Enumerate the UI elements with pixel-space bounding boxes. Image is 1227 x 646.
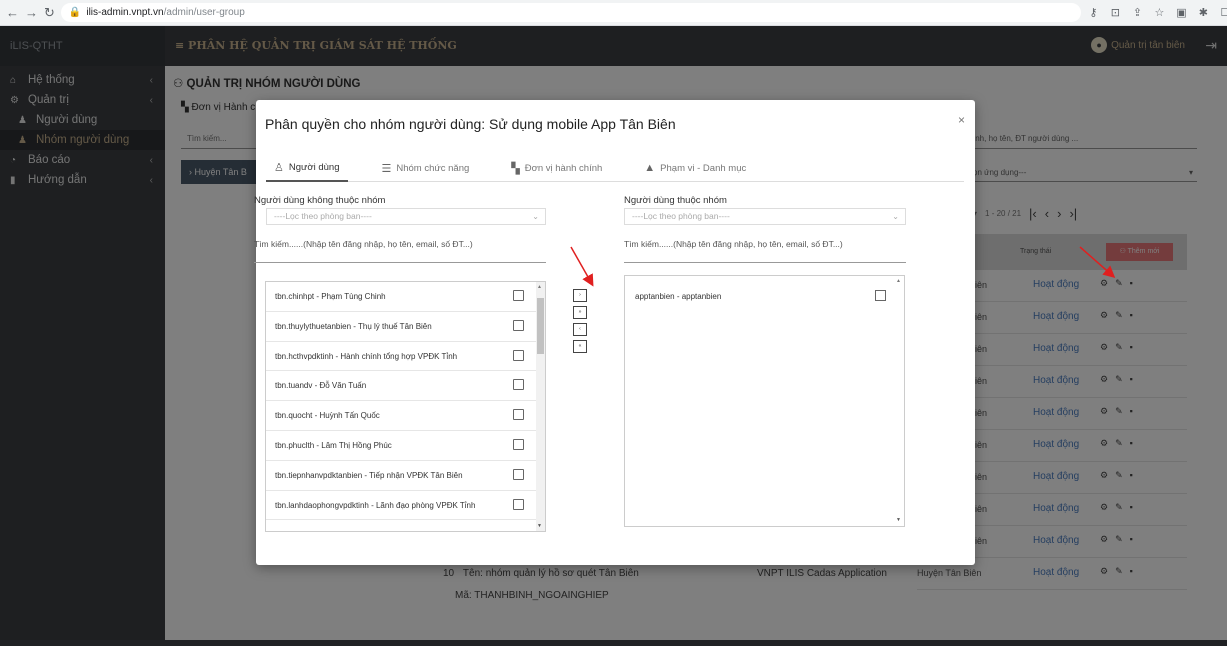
right-search-input[interactable]: Tìm kiếm......(Nhập tên đăng nhập, họ tê… — [624, 239, 843, 249]
user-outline-icon: ♙ — [274, 161, 284, 174]
tab-label: Người dùng — [288, 161, 340, 173]
checkbox[interactable] — [875, 290, 886, 301]
window-icon[interactable]: ☐ — [1219, 6, 1227, 19]
scroll-down-icon[interactable]: ▼ — [537, 523, 542, 529]
scroll-up-icon[interactable]: ▲ — [896, 278, 901, 284]
user-label: tbn.thuylythuetanbien - Thụ lý thuế Tân … — [275, 321, 432, 331]
puzzle-icon[interactable]: ✱ — [1197, 6, 1210, 19]
translate-icon[interactable]: ⊡ — [1109, 6, 1122, 19]
share-icon[interactable]: ⇪ — [1131, 6, 1144, 19]
extension-icons: ⚷ ⊡ ⇪ ☆ ▣ ✱ ☐ ● ⋮ — [1087, 6, 1227, 19]
list-item[interactable]: tbn.hcthvpdktinh - Hành chính tổng hợp V… — [266, 342, 545, 372]
user-label: tbn.lanhdaophongvpdktinh - Lãnh đạo phòn… — [275, 500, 476, 510]
list-scrollbar[interactable]: ▲ ▼ — [895, 276, 904, 525]
tab-don-vi-hanh-chinh[interactable]: ▚ Đơn vị hành chính — [503, 154, 610, 182]
checkbox[interactable] — [513, 349, 524, 361]
reload-icon[interactable]: ↻ — [44, 5, 55, 21]
scroll-down-icon[interactable]: ▼ — [896, 517, 901, 523]
modal-tabs: ♙ Người dùng ☰ Nhóm chức năng ▚ Đơn vị hành… — [266, 154, 964, 182]
left-user-list: tbn.chinhpt - Phạm Tùng Chinh tbn.thuyly… — [265, 281, 546, 532]
user-label: tbn.quocht - Huỳnh Tấn Quốc — [275, 411, 380, 421]
left-department-filter[interactable]: ----Lọc theo phòng ban---- ⌄ — [266, 208, 546, 225]
url-host: ilis-admin.vnpt.vn — [86, 7, 164, 18]
list-item[interactable]: tbn.lanhdaophongvpdktinh - Lãnh đạo phòn… — [266, 491, 545, 521]
filter-placeholder: ----Lọc theo phòng ban---- — [632, 211, 730, 221]
checkbox[interactable] — [513, 438, 524, 450]
right-department-filter[interactable]: ----Lọc theo phòng ban---- ⌄ — [624, 208, 906, 225]
list-scrollbar[interactable]: ▲ ▼ — [536, 282, 545, 531]
list-item[interactable]: tbn.tuandv - Đỗ Văn Tuấn — [266, 371, 545, 402]
url-path: /admin/user-group — [163, 7, 245, 18]
list-item[interactable]: tbn.phuclth - Lâm Thị Hồng Phúc — [266, 431, 545, 461]
checkbox[interactable] — [513, 290, 524, 301]
scroll-thumb[interactable] — [537, 298, 544, 354]
address-bar[interactable]: 🔒 ilis-admin.vnpt.vn/admin/user-group — [60, 3, 1081, 22]
close-icon[interactable]: × — [958, 113, 965, 127]
permission-modal: Phân quyền cho nhóm người dùng: Sử dụng … — [254, 100, 975, 565]
tab-label: Đơn vị hành chính — [524, 162, 603, 174]
modal-title: Phân quyền cho nhóm người dùng: Sử dụng … — [265, 116, 676, 132]
list-item[interactable]: apptanbien - apptanbien — [625, 282, 904, 311]
move-all-right-button[interactable]: » — [573, 306, 587, 319]
lock-icon: 🔒 — [68, 7, 82, 18]
user-label: tbn.hcthvpdktinh - Hành chính tổng hợp V… — [275, 351, 458, 361]
chevron-down-icon: ⌄ — [892, 212, 899, 221]
user-label: tbn.tuandv - Đỗ Văn Tuấn — [275, 381, 367, 391]
org-chart-icon: ▚ — [511, 162, 520, 175]
extension-icon[interactable]: ▣ — [1175, 6, 1188, 19]
list-item[interactable]: tbn.tiepnhanvpdktanbien - Tiếp nhận VPĐK… — [266, 461, 545, 491]
tab-pham-vi-danh-muc[interactable]: ▲ Phạm vi - Danh mục — [636, 154, 754, 182]
move-selected-right-button[interactable]: › — [573, 289, 587, 302]
os-taskbar — [0, 640, 1227, 646]
tab-nhom-chuc-nang[interactable]: ☰ Nhóm chức năng — [374, 154, 478, 182]
right-user-list: apptanbien - apptanbien ▲ ▼ — [624, 275, 905, 527]
tab-nguoi-dung[interactable]: ♙ Người dùng — [266, 154, 348, 182]
left-search-input[interactable]: Tìm kiếm......(Nhập tên đăng nhập, họ tê… — [254, 239, 473, 249]
list-icon: ☰ — [381, 162, 392, 175]
user-label: tbn.phuclth - Lâm Thị Hồng Phúc — [275, 440, 392, 450]
checkbox[interactable] — [513, 319, 524, 331]
list-item[interactable]: tbn.thuylythuetanbien - Thụ lý thuế Tân … — [266, 312, 545, 342]
star-icon[interactable]: ☆ — [1153, 6, 1166, 19]
left-column-title: Người dùng không thuộc nhóm — [254, 195, 386, 206]
filter-placeholder: ----Lọc theo phòng ban---- — [274, 211, 372, 221]
scroll-up-icon[interactable]: ▲ — [537, 284, 542, 290]
back-icon[interactable]: ← — [6, 5, 19, 21]
shapes-icon: ▲ — [644, 162, 656, 174]
tab-label: Phạm vi - Danh mục — [660, 162, 747, 174]
search-underline — [254, 262, 546, 263]
checkbox[interactable] — [513, 498, 524, 510]
search-underline — [624, 262, 906, 263]
chevron-down-icon: ⌄ — [532, 212, 539, 221]
checkbox[interactable] — [513, 379, 524, 391]
move-selected-left-button[interactable]: ‹ — [573, 323, 587, 336]
user-label: tbn.chinhpt - Phạm Tùng Chinh — [275, 292, 386, 301]
list-item[interactable]: tbn.quocht - Huỳnh Tấn Quốc — [266, 401, 545, 431]
checkbox[interactable] — [513, 409, 524, 421]
list-item[interactable]: tbn.chinhpt - Phạm Tùng Chinh — [266, 282, 545, 312]
tab-label: Nhóm chức năng — [396, 162, 470, 174]
user-label: apptanbien - apptanbien — [635, 292, 722, 301]
forward-icon[interactable]: → — [25, 5, 38, 21]
user-label: tbn.tiepnhanvpdktanbien - Tiếp nhận VPĐK… — [275, 470, 463, 480]
browser-toolbar: ← → ↻ 🔒 ilis-admin.vnpt.vn/admin/user-gr… — [0, 0, 1227, 26]
checkbox[interactable] — [513, 468, 524, 480]
key-icon[interactable]: ⚷ — [1087, 6, 1100, 19]
move-all-left-button[interactable]: « — [573, 340, 587, 353]
right-column-title: Người dùng thuộc nhóm — [624, 195, 727, 206]
